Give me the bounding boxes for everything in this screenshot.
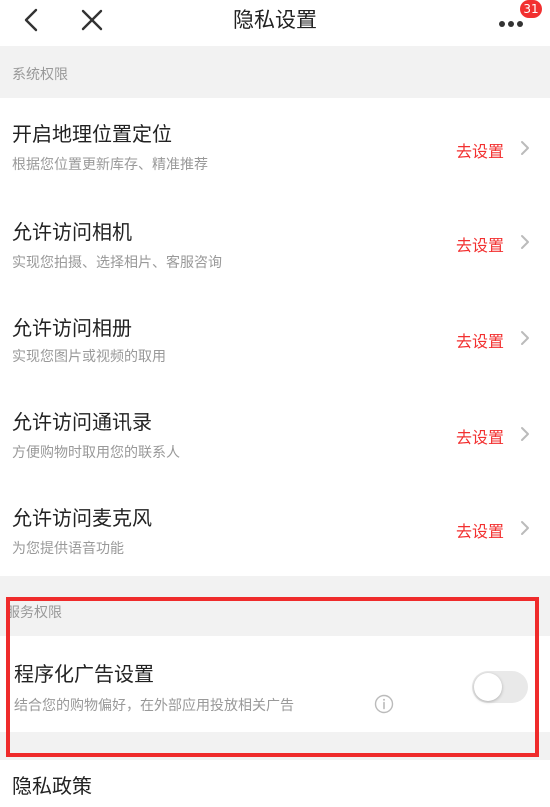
permission-title: 允许访问相册 xyxy=(12,316,132,340)
go-settings-link[interactable]: 去设置 xyxy=(456,232,504,256)
section-header-system: 系统权限 xyxy=(12,67,68,83)
permission-desc: 实现您图片或视频的取用 xyxy=(12,349,166,365)
permission-desc: 根据您位置更新库存、精准推荐 xyxy=(12,157,208,173)
permission-desc: 为您提供语音功能 xyxy=(12,541,124,557)
chevron-right-icon xyxy=(521,427,529,441)
permission-row-microphone[interactable]: 允许访问麦克风 为您提供语音功能 去设置 xyxy=(0,482,550,576)
chevron-right-icon xyxy=(521,521,529,535)
privacy-policy-label: 隐私政策 xyxy=(12,774,92,798)
permission-row-camera[interactable]: 允许访问相机 实现您拍摄、选择相片、客服咨询 去设置 xyxy=(0,194,550,290)
permission-desc: 实现您拍摄、选择相片、客服咨询 xyxy=(12,255,222,271)
privacy-policy-row[interactable]: 隐私政策 xyxy=(0,760,550,807)
permission-title: 允许访问通讯录 xyxy=(12,410,152,434)
go-settings-link[interactable]: 去设置 xyxy=(456,138,504,162)
chevron-right-icon xyxy=(521,235,529,249)
page-title: 隐私设置 xyxy=(233,8,317,32)
permission-title: 开启地理位置定位 xyxy=(12,122,172,146)
notification-badge: 31 xyxy=(520,0,542,18)
go-settings-link[interactable]: 去设置 xyxy=(456,328,504,352)
top-nav-bar: 隐私设置 31 xyxy=(0,0,550,46)
highlight-box xyxy=(6,597,539,757)
go-settings-link[interactable]: 去设置 xyxy=(456,518,504,542)
chevron-right-icon xyxy=(521,141,529,155)
go-settings-link[interactable]: 去设置 xyxy=(456,424,504,448)
permission-row-album[interactable]: 允许访问相册 实现您图片或视频的取用 去设置 xyxy=(0,290,550,386)
permission-title: 允许访问相机 xyxy=(12,220,132,244)
permission-title: 允许访问麦克风 xyxy=(12,506,152,530)
permission-row-contacts[interactable]: 允许访问通讯录 方便购物时取用您的联系人 去设置 xyxy=(0,386,550,482)
chevron-right-icon xyxy=(521,331,529,345)
permission-row-location[interactable]: 开启地理位置定位 根据您位置更新库存、精准推荐 去设置 xyxy=(0,98,550,194)
permission-desc: 方便购物时取用您的联系人 xyxy=(12,445,180,461)
